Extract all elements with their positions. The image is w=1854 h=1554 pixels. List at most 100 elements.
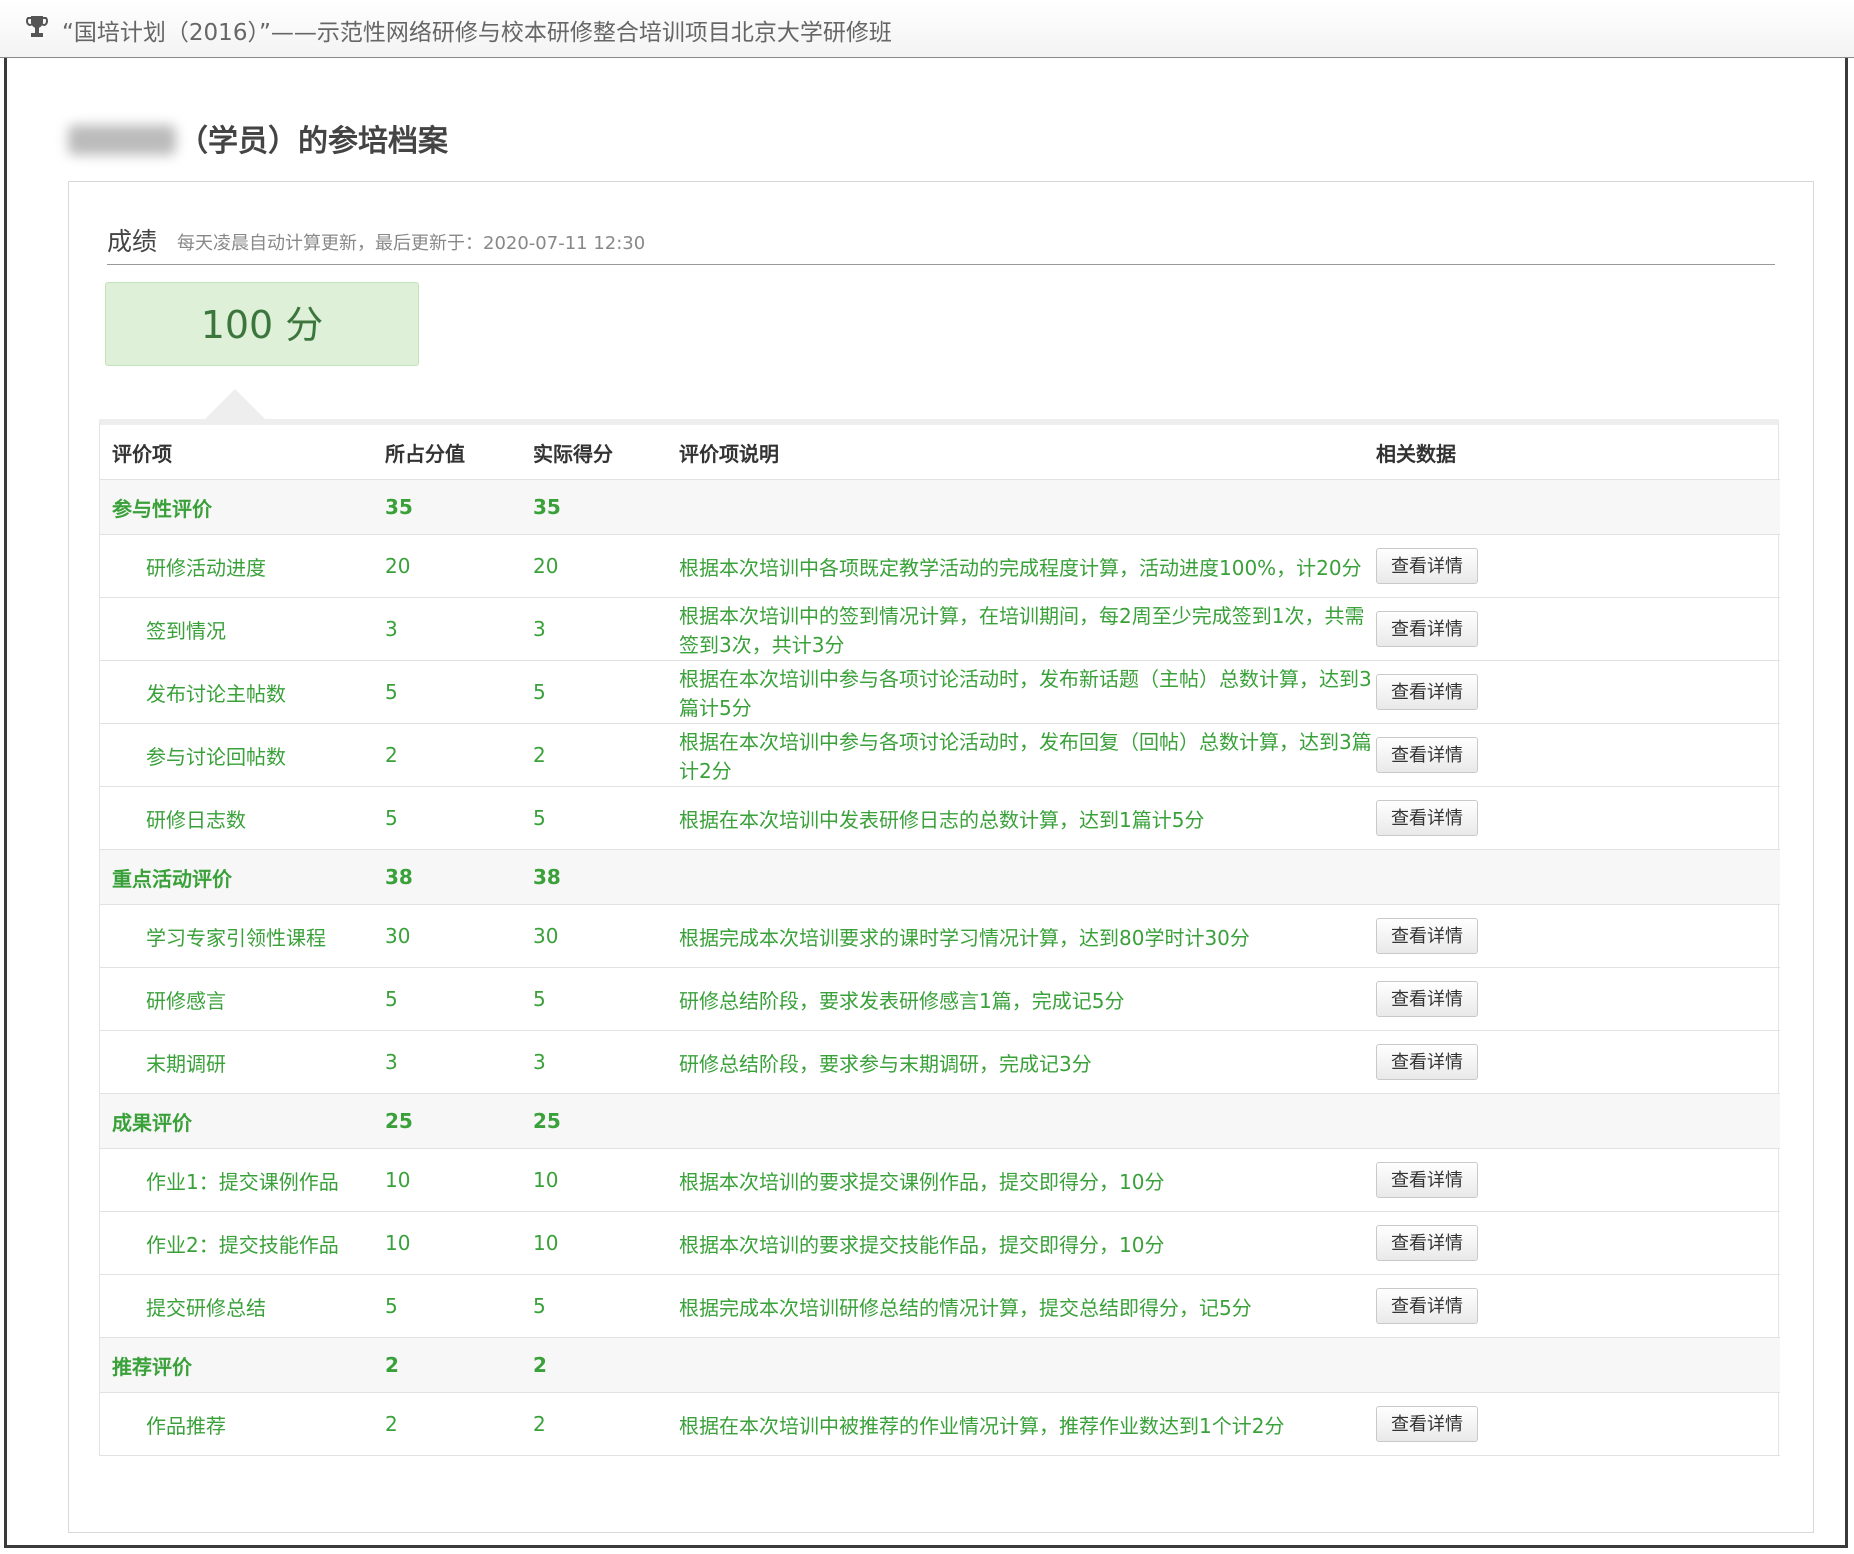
item-name: 学习专家引领性课程 — [100, 904, 385, 968]
group-name: 重点活动评价 — [100, 849, 385, 905]
item-name: 作业2：提交技能作品 — [100, 1211, 385, 1275]
evaluation-table-wrapper: 评价项 所占分值 实际得分 评价项说明 相关数据 参与性评价 35 35 研修活动进度… — [99, 419, 1780, 1456]
view-details-button[interactable]: 查看详情 — [1376, 737, 1478, 773]
item-name: 作品推荐 — [100, 1392, 385, 1456]
table-row: 学习专家引领性课程 30 30 根据完成本次培训要求的课时学习情况计算，达到80学时计… — [100, 904, 1780, 968]
group-desc-empty — [679, 1337, 1376, 1393]
item-related-data: 查看详情 — [1376, 660, 1780, 724]
group-weight: 38 — [385, 849, 533, 905]
item-related-data: 查看详情 — [1376, 967, 1780, 1031]
item-weight: 30 — [385, 904, 533, 968]
item-related-data: 查看详情 — [1376, 534, 1780, 598]
table-header-row: 评价项 所占分值 实际得分 评价项说明 相关数据 — [100, 425, 1780, 480]
item-name: 发布讨论主帖数 — [100, 660, 385, 724]
item-actual: 5 — [533, 660, 679, 724]
view-details-button[interactable]: 查看详情 — [1376, 918, 1478, 954]
item-related-data: 查看详情 — [1376, 1148, 1780, 1212]
table-group-row: 重点活动评价 38 38 — [100, 849, 1780, 905]
view-details-button[interactable]: 查看详情 — [1376, 548, 1478, 584]
group-desc-empty — [679, 479, 1376, 535]
item-description: 根据本次培训的要求提交技能作品，提交即得分，10分 — [679, 1211, 1376, 1275]
item-description: 根据完成本次培训研修总结的情况计算，提交总结即得分，记5分 — [679, 1274, 1376, 1338]
item-weight: 10 — [385, 1211, 533, 1275]
item-weight: 2 — [385, 1392, 533, 1456]
item-name: 签到情况 — [100, 597, 385, 661]
item-description: 根据完成本次培训要求的课时学习情况计算，达到80学时计30分 — [679, 904, 1376, 968]
item-actual: 30 — [533, 904, 679, 968]
score-pointer-arrow — [205, 389, 265, 419]
group-desc-empty — [679, 1093, 1376, 1149]
group-data-empty — [1376, 479, 1780, 535]
item-name: 研修感言 — [100, 967, 385, 1031]
item-related-data: 查看详情 — [1376, 1392, 1780, 1456]
item-weight: 5 — [385, 1274, 533, 1338]
view-details-button[interactable]: 查看详情 — [1376, 981, 1478, 1017]
view-details-button[interactable]: 查看详情 — [1376, 674, 1478, 710]
item-weight: 2 — [385, 723, 533, 787]
group-actual: 38 — [533, 849, 679, 905]
group-desc-empty — [679, 849, 1376, 905]
item-actual: 5 — [533, 786, 679, 850]
table-row: 提交研修总结 5 5 根据完成本次培训研修总结的情况计算，提交总结即得分，记5分 查看详… — [100, 1274, 1780, 1338]
item-actual: 5 — [533, 967, 679, 1031]
table-group-row: 推荐评价 2 2 — [100, 1337, 1780, 1393]
item-name: 研修日志数 — [100, 786, 385, 850]
item-actual: 2 — [533, 1392, 679, 1456]
item-description: 根据在本次培训中被推荐的作业情况计算，推荐作业数达到1个计2分 — [679, 1392, 1376, 1456]
view-details-button[interactable]: 查看详情 — [1376, 611, 1478, 647]
item-related-data: 查看详情 — [1376, 723, 1780, 787]
item-weight: 3 — [385, 597, 533, 661]
item-related-data: 查看详情 — [1376, 1030, 1780, 1094]
table-row: 研修日志数 5 5 根据在本次培训中发表研修日志的总数计算，达到1篇计5分 查看详情 — [100, 786, 1780, 850]
item-name: 末期调研 — [100, 1030, 385, 1094]
view-details-button[interactable]: 查看详情 — [1376, 1044, 1478, 1080]
top-bar: “国培计划（2016）”——示范性网络研修与校本研修整合培训项目北京大学研修班 — [0, 0, 1854, 58]
view-details-button[interactable]: 查看详情 — [1376, 1406, 1478, 1442]
view-details-button[interactable]: 查看详情 — [1376, 1225, 1478, 1261]
item-description: 根据在本次培训中发表研修日志的总数计算，达到1篇计5分 — [679, 786, 1376, 850]
group-actual: 25 — [533, 1093, 679, 1149]
item-name: 作业1：提交课例作品 — [100, 1148, 385, 1212]
table-row: 末期调研 3 3 研修总结阶段，要求参与末期调研，完成记3分 查看详情 — [100, 1030, 1780, 1094]
item-description: 根据本次培训中各项既定教学活动的完成程度计算，活动进度100%，计20分 — [679, 534, 1376, 598]
item-actual: 3 — [533, 1030, 679, 1094]
group-actual: 2 — [533, 1337, 679, 1393]
group-name: 成果评价 — [100, 1093, 385, 1149]
item-description: 研修总结阶段，要求参与末期调研，完成记3分 — [679, 1030, 1376, 1094]
column-header: 所占分值 — [385, 425, 533, 480]
item-description: 根据本次培训的要求提交课例作品，提交即得分，10分 — [679, 1148, 1376, 1212]
item-actual: 2 — [533, 723, 679, 787]
table-row: 参与讨论回帖数 2 2 根据在本次培训中参与各项讨论活动时，发布回复（回帖）总数计算，… — [100, 723, 1780, 787]
profile-title-suffix: （学员）的参培档案 — [178, 124, 448, 159]
item-actual: 10 — [533, 1211, 679, 1275]
item-name: 提交研修总结 — [100, 1274, 385, 1338]
item-description: 根据在本次培训中参与各项讨论活动时，发布新话题（主帖）总数计算，达到3篇计5分 — [679, 660, 1376, 724]
item-description: 根据在本次培训中参与各项讨论活动时，发布回复（回帖）总数计算，达到3篇计2分 — [679, 723, 1376, 787]
table-group-row: 参与性评价 35 35 — [100, 479, 1780, 535]
item-description: 根据本次培训中的签到情况计算，在培训期间，每2周至少完成签到1次，共需签到3次，… — [679, 597, 1376, 661]
table-row: 作业2：提交技能作品 10 10 根据本次培训的要求提交技能作品，提交即得分，10分查… — [100, 1211, 1780, 1275]
score-header: 成绩 每天凌晨自动计算更新，最后更新于：2020-07-11 12:30 — [107, 222, 1775, 265]
item-weight: 5 — [385, 660, 533, 724]
item-related-data: 查看详情 — [1376, 1211, 1780, 1275]
blurred-student-name — [68, 125, 176, 155]
item-related-data: 查看详情 — [1376, 786, 1780, 850]
item-related-data: 查看详情 — [1376, 1274, 1780, 1338]
table-row: 签到情况 3 3 根据本次培训中的签到情况计算，在培训期间，每2周至少完成签到1次，共… — [100, 597, 1780, 661]
item-actual: 10 — [533, 1148, 679, 1212]
item-weight: 3 — [385, 1030, 533, 1094]
view-details-button[interactable]: 查看详情 — [1376, 1288, 1478, 1324]
table-body: 参与性评价 35 35 研修活动进度 20 20 根据本次培训中各项既定教学活动的完成程度计… — [100, 479, 1780, 1456]
column-header: 实际得分 — [533, 425, 679, 480]
item-related-data: 查看详情 — [1376, 904, 1780, 968]
item-name: 研修活动进度 — [100, 534, 385, 598]
item-weight: 10 — [385, 1148, 533, 1212]
trophy-icon — [26, 16, 48, 37]
update-note: 每天凌晨自动计算更新，最后更新于：2020-07-11 12:30 — [177, 233, 646, 254]
group-data-empty — [1376, 1337, 1780, 1393]
view-details-button[interactable]: 查看详情 — [1376, 800, 1478, 836]
group-name: 推荐评价 — [100, 1337, 385, 1393]
total-score-badge: 100 分 — [105, 282, 419, 366]
view-details-button[interactable]: 查看详情 — [1376, 1162, 1478, 1198]
group-name: 参与性评价 — [100, 479, 385, 535]
